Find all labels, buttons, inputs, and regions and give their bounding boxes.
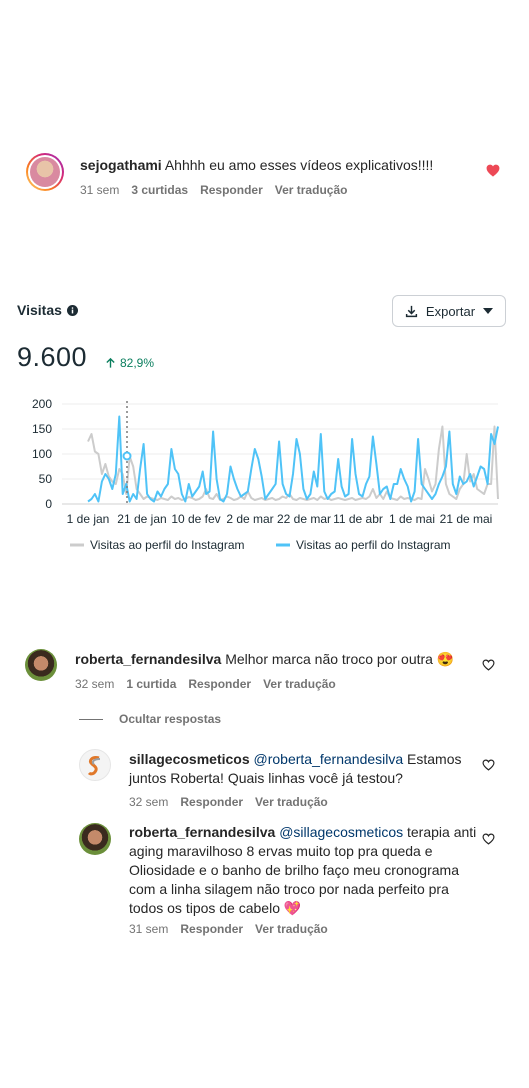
reply-text: terapia anti [407,824,477,840]
y-tick-label: 0 [45,497,52,511]
x-tick-label: 21 de mai [440,512,493,526]
y-tick-label: 150 [32,422,52,436]
arrow-up-icon [106,357,115,368]
legend-label: Visitas ao perfil do Instagram [90,538,245,552]
comment-text: Melhor marca não troco por outra 😍 [225,651,455,667]
avatar-sillagecosmeticos[interactable] [79,749,111,781]
translate-button[interactable]: Ver tradução [263,677,336,691]
reply-username[interactable]: roberta_fernandesilva [129,824,275,840]
mention-link[interactable]: @roberta_fernandesilva [254,751,404,767]
avatar-roberta[interactable] [25,649,57,681]
x-tick-label: 21 de jan [117,512,166,526]
reply-button[interactable]: Responder [180,795,243,809]
heart-outline-icon [482,759,495,771]
translate-button[interactable]: Ver tradução [275,183,348,197]
download-icon [405,305,418,317]
x-tick-label: 1 de mai [389,512,435,526]
export-button[interactable]: Exportar [392,295,506,327]
visits-change-value: 82,9% [120,356,155,370]
info-icon[interactable] [66,304,78,316]
reply-meta: 31 sem Responder Ver tradução [129,922,328,936]
reply-text: todos os tipos de cabelo 💖 [129,900,302,916]
comment-meta: 31 sem 3 curtidas Responder Ver tradução [80,183,347,197]
comment-time[interactable]: 32 sem [75,677,114,691]
legend-label: Visitas ao perfil do Instagram [296,538,451,552]
reply-button[interactable]: Responder [188,677,251,691]
reply-button[interactable]: Responder [200,183,263,197]
reply-text: juntos Roberta! Quais linhas você já tes… [129,770,403,786]
reply-text: com a linha silagem não troco por nada p… [129,881,449,897]
visits-total: 9.600 [17,342,88,372]
comment-username[interactable]: roberta_fernandesilva [75,651,221,667]
avatar-roberta[interactable] [79,823,111,855]
reply-button[interactable]: Responder [180,922,243,936]
y-tick-label: 100 [32,447,52,461]
visits-change: 82,9% [105,356,154,370]
reply-text: Estamos [407,751,462,767]
reply-text: aging maravilhoso 8 ervas muito top pra … [129,843,433,859]
comment-body: roberta_fernandesilva Melhor marca não t… [75,650,475,669]
x-tick-label: 1 de jan [67,512,110,526]
legend-item: Visitas ao perfil do Instagram [276,538,451,552]
heart-outline-icon [482,833,495,845]
avatar-sejogathami[interactable] [26,153,64,191]
comment-username[interactable]: sejogathami [80,157,162,173]
reply-text: Oliosidade e o banho de brilho faço meu … [129,862,459,878]
x-tick-label: 22 de mar [277,512,331,526]
translate-button[interactable]: Ver tradução [255,795,328,809]
comment-text: Ahhhh eu amo esses vídeos explicativos!!… [164,157,434,173]
like-button[interactable] [482,758,495,776]
sillage-logo-icon [87,756,101,776]
heart-outline-icon [482,659,495,671]
y-tick-label: 50 [39,472,53,486]
comment-time[interactable]: 31 sem [80,183,119,197]
mention-link[interactable]: @sillagecosmeticos [279,824,403,840]
reply-body: sillagecosmeticos @roberta_fernandesilva… [129,750,469,788]
x-tick-label: 10 de fev [171,512,220,526]
caret-down-icon [483,308,494,314]
x-tick-label: 2 de mar [226,512,273,526]
translate-button[interactable]: Ver tradução [255,922,328,936]
like-button[interactable] [482,658,495,676]
reply-time[interactable]: 32 sem [129,795,168,809]
comment-likes-count[interactable]: 3 curtidas [131,183,188,197]
like-button[interactable] [482,832,495,850]
legend-item: Visitas ao perfil do Instagram [70,538,245,552]
visits-title: Visitas [17,302,62,318]
y-tick-label: 200 [32,397,52,411]
like-button[interactable] [486,164,500,182]
visits-header: Visitas [17,302,78,318]
hide-replies-label: Ocultar respostas [119,712,222,726]
reply-meta: 32 sem Responder Ver tradução [129,795,328,809]
reply-username[interactable]: sillagecosmeticos [129,751,250,767]
replies-divider-line [79,718,103,720]
hide-replies-toggle[interactable]: Ocultar respostas [79,712,221,726]
export-label: Exportar [425,303,476,319]
visits-chart: 200 150 100 50 0 1 de jan 21 de jan 10 de fev 2 … [32,397,499,552]
comment-likes-count[interactable]: 1 curtida [126,677,176,691]
reply-body: roberta_fernandesilva @sillagecosmeticos… [129,823,479,918]
hover-point [122,451,132,461]
comment-meta: 32 sem 1 curtida Responder Ver tradução [75,677,336,691]
heart-filled-icon [486,164,500,177]
x-tick-label: 11 de abr [333,512,383,526]
reply-time[interactable]: 31 sem [129,922,168,936]
comment-body: sejogathami Ahhhh eu amo esses vídeos ex… [80,156,470,175]
